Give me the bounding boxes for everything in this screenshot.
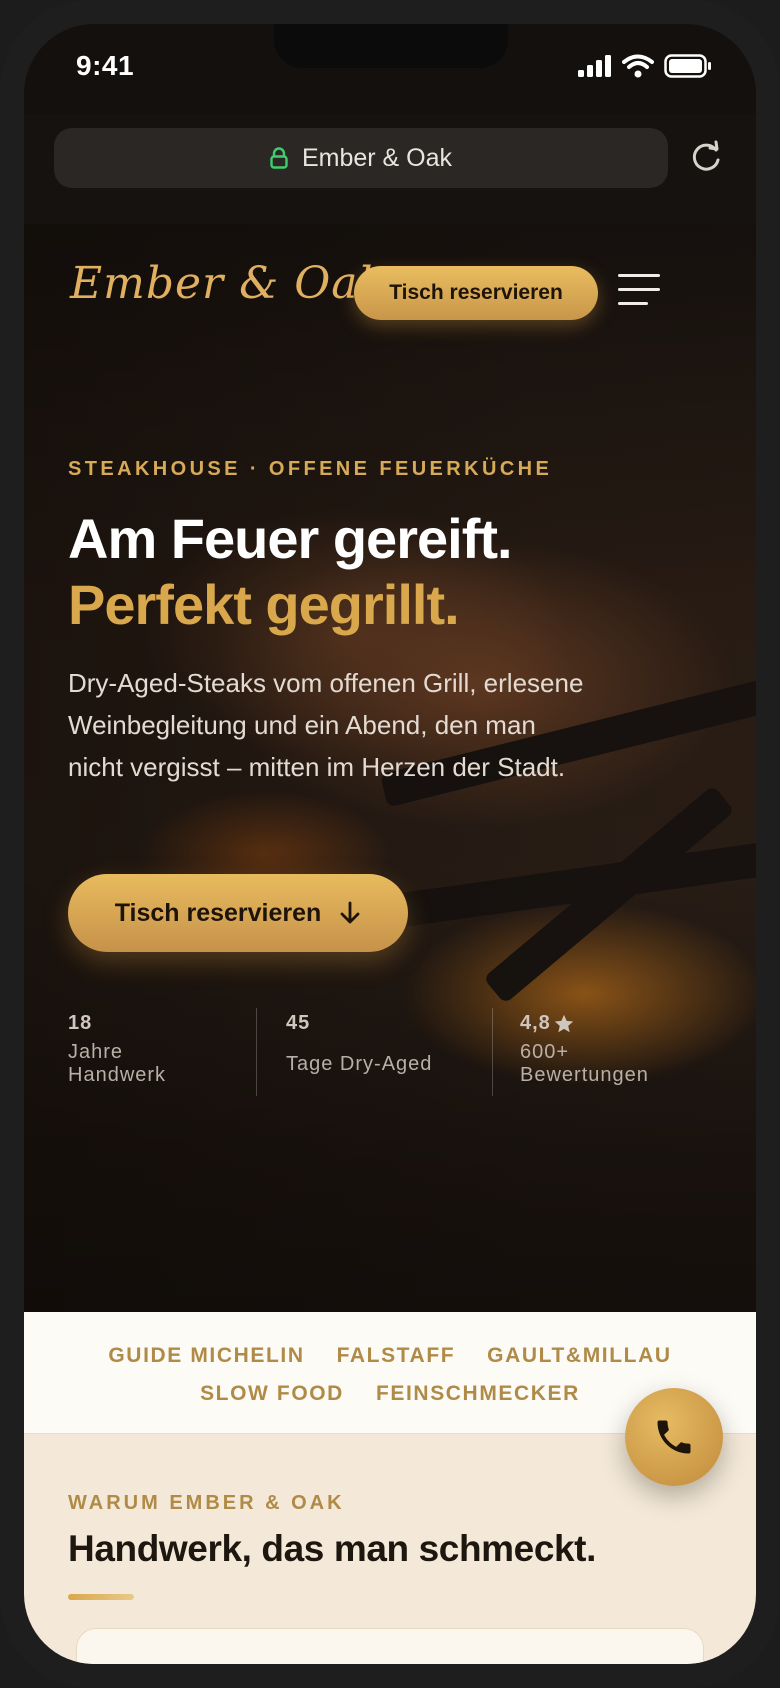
- lock-icon: [270, 147, 288, 169]
- hero-reserve-label: Tisch reservieren: [114, 898, 322, 927]
- why-eyebrow: WARUM EMBER & OAK: [68, 1492, 345, 1514]
- reload-icon[interactable]: [688, 140, 724, 176]
- why-title: Handwerk, das man schmeckt.: [68, 1528, 596, 1569]
- call-button[interactable]: [625, 1388, 723, 1486]
- stat-value: 4,8: [520, 1012, 649, 1035]
- stats-row: 18 Jahre Handwerk 45 Tage Dry-Aged 4,8 6…: [68, 1008, 708, 1096]
- battery-icon: [664, 54, 711, 78]
- hero-headline-line2: Perfekt gegrillt.: [68, 573, 460, 636]
- star-icon: [554, 1014, 573, 1032]
- url-text: Ember & Oak: [301, 143, 453, 172]
- stat-dry-aged: 45 Tage Dry-Aged: [286, 1012, 432, 1096]
- stat-label: Tage Dry-Aged: [286, 1053, 433, 1075]
- press-logo: GAULT&MILLAU: [487, 1344, 672, 1367]
- press-logo: GUIDE MICHELIN: [108, 1344, 305, 1367]
- hero-reserve-button[interactable]: Tisch reservieren: [68, 874, 408, 952]
- notch: [274, 24, 508, 68]
- menu-icon[interactable]: [618, 274, 660, 306]
- nav-reserve-button[interactable]: Tisch reservieren: [354, 266, 598, 320]
- stat-value: 45: [286, 1012, 311, 1034]
- press-logo: FEINSCHMECKER: [375, 1382, 580, 1405]
- phone-frame: 9:41 Ember & Oak Ember & Oak Tisch reser…: [0, 0, 780, 1688]
- stat-rating: 4,8 600+ Bewertungen: [520, 1012, 649, 1096]
- why-accent-line: [68, 1594, 134, 1600]
- stat-divider: [256, 1008, 257, 1096]
- stat-label: 600+: [520, 1041, 570, 1063]
- hero-headline-line1: Am Feuer gereift.: [68, 507, 513, 570]
- arrow-down-icon: [340, 901, 360, 924]
- logo[interactable]: Ember & Oak: [70, 258, 386, 309]
- browser-bar: Ember & Oak: [24, 114, 756, 224]
- press-logo: FALSTAFF: [336, 1344, 456, 1367]
- hero-section: Ember & Oak Tisch reservieren STEAKHOUSE…: [24, 214, 756, 1312]
- stat-label: Handwerk: [68, 1064, 167, 1086]
- stat-divider: [492, 1008, 493, 1096]
- hero-lead: Dry-Aged-Steaks vom offenen Grill, erles…: [68, 668, 584, 782]
- hero-eyebrow: STEAKHOUSE · OFFENE FEUERKÜCHE: [68, 458, 553, 480]
- url-field[interactable]: Ember & Oak: [54, 128, 668, 188]
- stat-value: 18: [68, 1012, 93, 1034]
- screen: 9:41 Ember & Oak Ember & Oak Tisch reser…: [24, 24, 756, 1664]
- stat-label: Jahre: [68, 1041, 124, 1063]
- press-row: GUIDE MICHELIN FALSTAFF GAULT&MILLAU: [24, 1344, 756, 1368]
- rating-value: 4,8: [520, 1012, 551, 1034]
- status-time: 9:41: [76, 50, 135, 81]
- status-icons: [578, 54, 712, 78]
- phone-icon: [657, 1420, 691, 1454]
- signal-icon: [578, 55, 611, 77]
- stat-years: 18 Jahre Handwerk: [68, 1012, 166, 1096]
- feature-card: [76, 1628, 704, 1664]
- wifi-icon: [622, 54, 654, 78]
- press-logo: SLOW FOOD: [200, 1382, 344, 1405]
- stat-label: Bewertungen: [520, 1064, 649, 1086]
